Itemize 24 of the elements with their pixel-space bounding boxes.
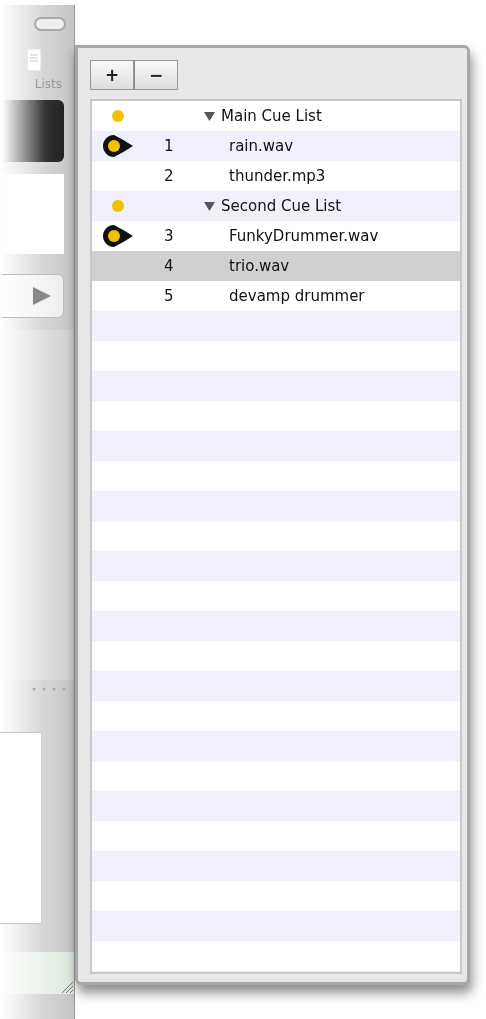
cue-number: 3: [164, 227, 175, 245]
cue-name: rain.wav: [229, 137, 294, 155]
cue-name: FunkyDrummer.wav: [229, 227, 379, 245]
disclosure-triangle-down-icon[interactable]: [204, 111, 215, 121]
status-dot-icon: [112, 200, 124, 212]
cue-number: 2: [164, 167, 175, 185]
document-icon: [27, 49, 41, 71]
cue-list-name: Main Cue List: [221, 107, 322, 125]
sidebar-label: Lists: [34, 77, 62, 91]
disclosure-triangle-down-icon[interactable]: [204, 201, 215, 211]
cue-list-name: Second Cue List: [221, 197, 342, 215]
cue-number: 1: [164, 137, 175, 155]
cue-name: thunder.mp3: [229, 167, 326, 185]
play-button[interactable]: [2, 274, 64, 318]
play-icon: [31, 285, 53, 307]
cue-number: 4: [164, 257, 175, 275]
cue-row[interactable]: 4 trio.wav: [92, 251, 460, 281]
cue-name: devamp drummer: [229, 287, 365, 305]
status-dot-icon: [112, 110, 124, 122]
cue-number: 5: [164, 287, 175, 305]
remove-button[interactable]: −: [134, 60, 178, 90]
cue-name: trio.wav: [229, 257, 290, 275]
resize-grip-icon[interactable]: [60, 980, 74, 994]
add-button[interactable]: +: [90, 60, 134, 90]
